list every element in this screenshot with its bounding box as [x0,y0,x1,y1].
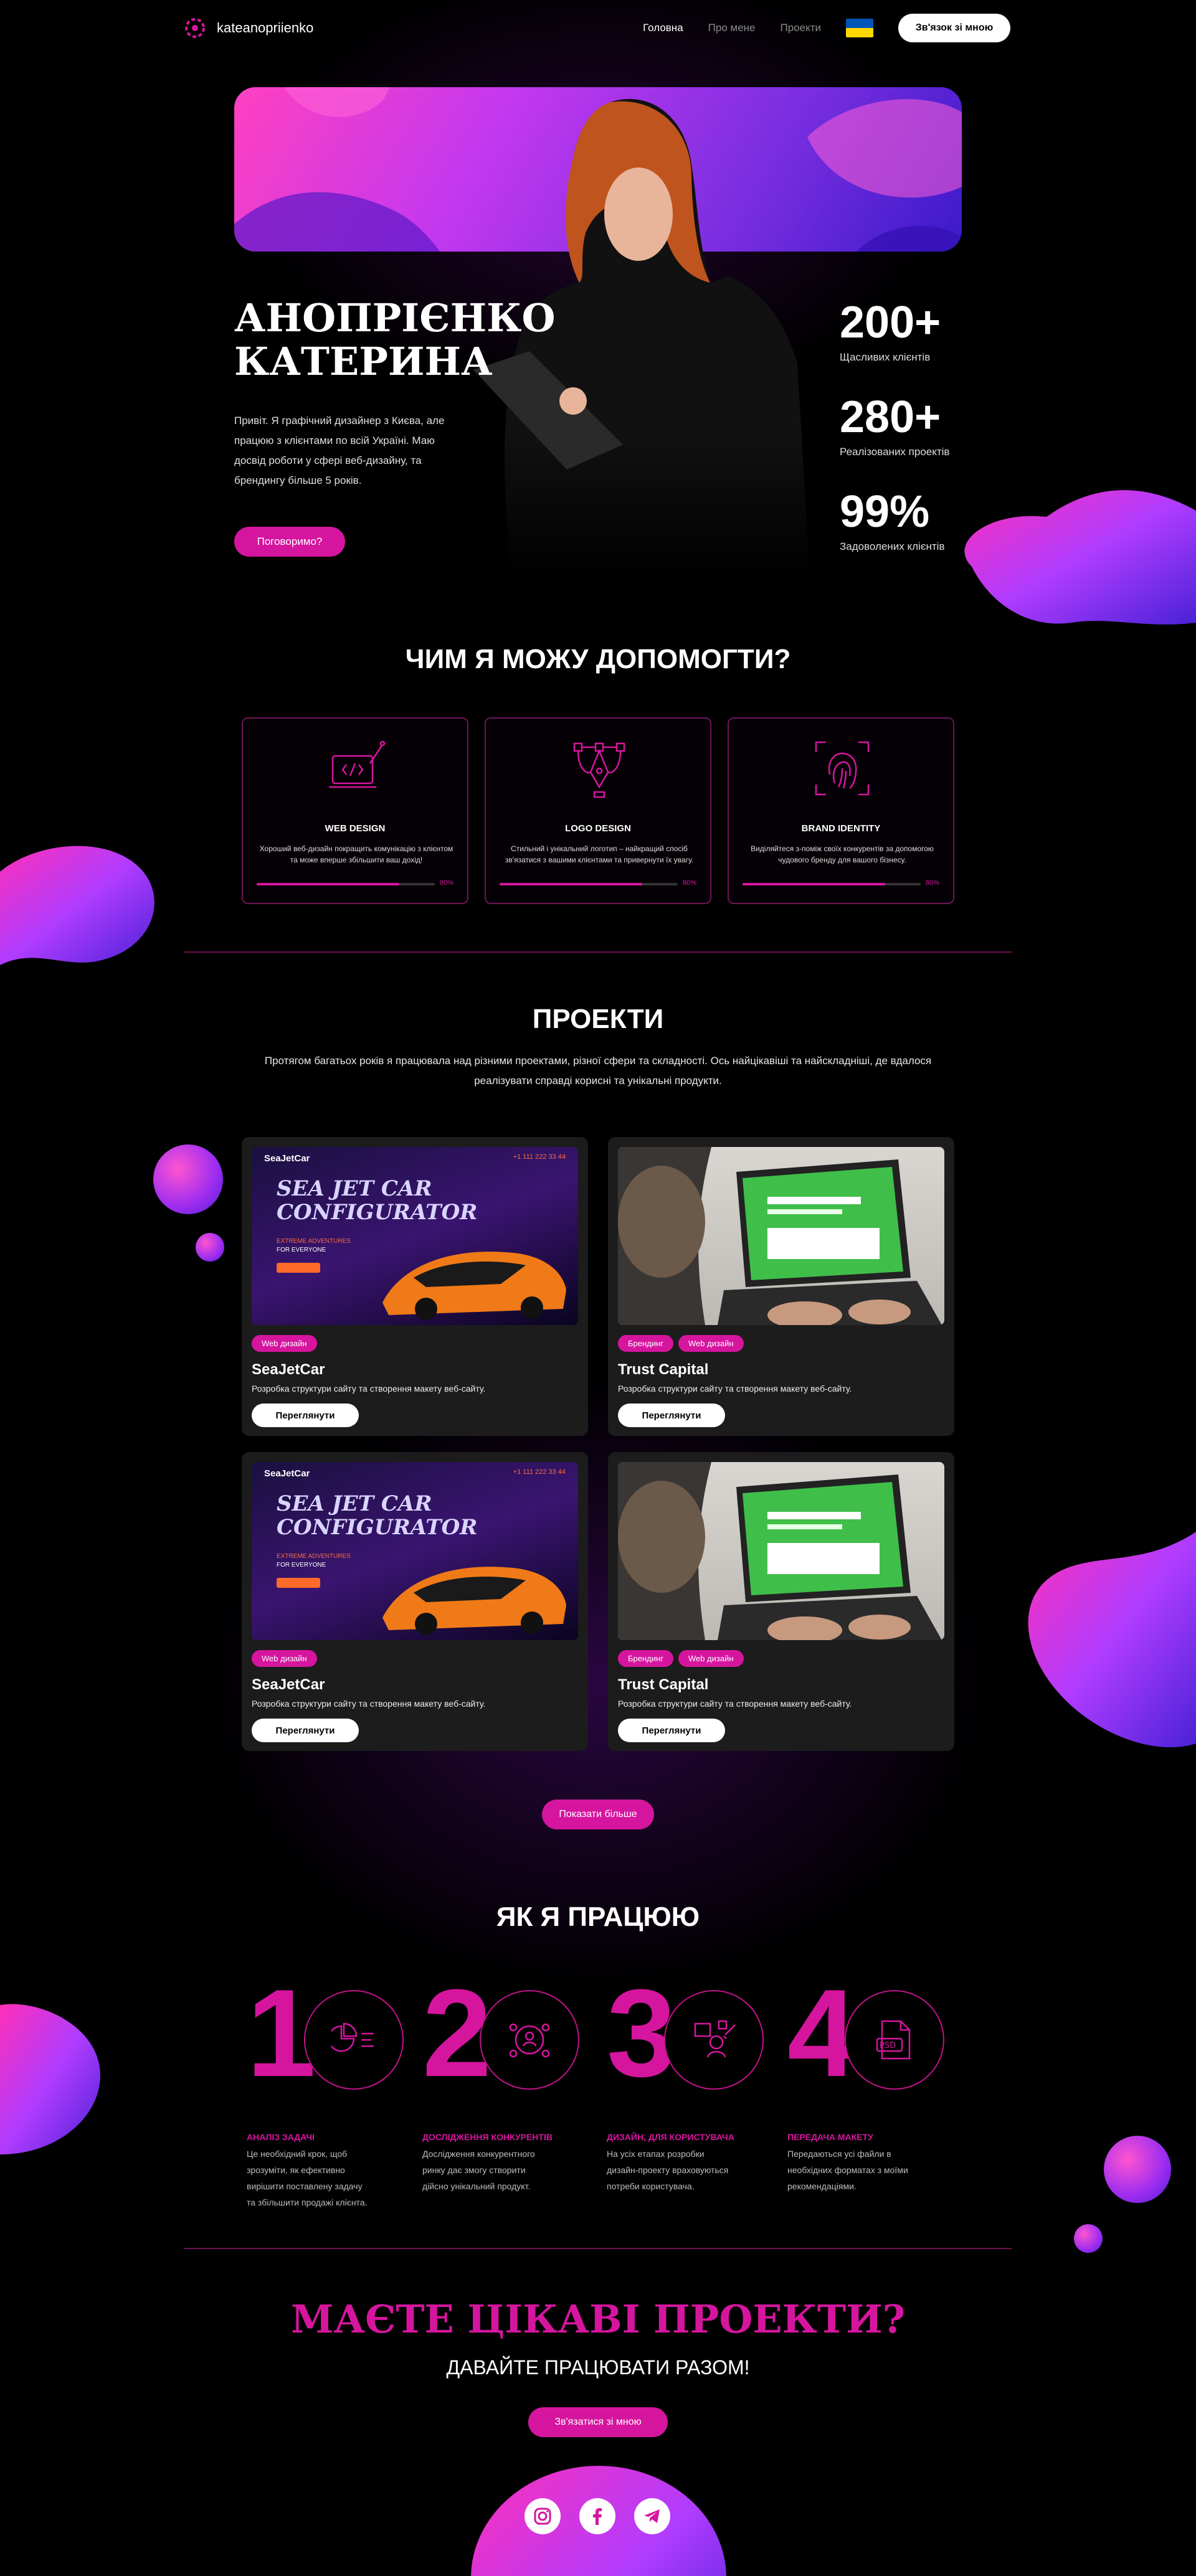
svg-text:PSD: PSD [880,2041,896,2050]
section-divider [184,951,1012,953]
projects-title: ПРОЕКТИ [532,1004,664,1034]
show-more-button[interactable]: Показати більше [542,1800,654,1829]
decorative-sphere [153,1144,223,1214]
psd-file-icon: PSD [845,1990,944,2090]
nav-home[interactable]: Головна [643,22,683,34]
nav-about[interactable]: Про мене [708,22,756,34]
project-screenshot[interactable]: SeaJetCar +1 111 222 33 44 SEA JET CAR CO… [252,1147,578,1325]
decorative-blob [0,2004,100,2154]
process-step: 3 [607,1971,787,2096]
project-tag[interactable]: Web дизайн [252,1650,317,1667]
site-header: kateanopriienko Головна Про мене Проекти… [184,14,1010,42]
project-tags: Брендинг Web дизайн [618,1650,744,1667]
process-step: 4 PSD [787,1971,968,2096]
lets-talk-button[interactable]: Поговоримо? [234,527,345,557]
decorative-sphere [1104,2136,1171,2203]
stat-projects: 280+ Реалізованих проектів [840,392,950,458]
step-description: Це необхідний крок, щоб зрозуміти, як еф… [247,2149,368,2207]
hero-title: АНОПРІЄНКО КАТЕРИНА [234,295,556,384]
logo-text[interactable]: kateanopriienko [217,20,313,36]
step-description: На усіх етапах розробки дизайн-проекту в… [607,2149,729,2191]
project-tag[interactable]: Web дизайн [252,1335,317,1352]
step-title: АНАЛІЗ ЗАДАЧІ [247,2132,315,2142]
process-step: 1 [247,1971,427,2096]
user-design-icon [664,1990,764,2090]
project-title: SeaJetCar [252,1361,325,1378]
banner-fluid-shapes [234,87,962,252]
project-tag[interactable]: Брендинг [618,1335,673,1352]
decorative-blob [1028,1532,1196,1748]
telegram-icon[interactable] [634,2498,670,2534]
view-project-button[interactable]: Переглянути [252,1719,359,1742]
section-divider [184,2248,1012,2249]
project-tags: Web дизайн [252,1335,317,1352]
service-card-web-design: WEB DESIGN Хороший веб-дизайн покращить … [242,717,468,904]
analysis-icon [304,1990,404,2090]
hero-banner [234,87,962,252]
stat-clients: 200+ Щасливих клієнтів [840,298,941,363]
fingerprint-icon [815,741,870,796]
nav-projects[interactable]: Проекти [781,22,822,34]
skill-bar [500,883,678,885]
project-card: SeaJetCar +1 111 222 33 44 SEA JET CAR CO… [242,1452,588,1751]
logo-icon[interactable] [184,17,206,39]
web-design-icon [329,740,386,788]
instagram-icon[interactable] [524,2498,561,2534]
project-description: Розробка структури сайту та створення ма… [618,1384,852,1394]
view-project-button[interactable]: Переглянути [252,1404,359,1427]
project-card: Брендинг Web дизайн Trust Capital Розробк… [608,1452,954,1751]
logo-design-icon [573,742,625,798]
project-card: Брендинг Web дизайн Trust Capital Розробк… [608,1137,954,1436]
project-tag[interactable]: Web дизайн [678,1335,744,1352]
project-description: Розробка структури сайту та створення ма… [252,1384,486,1394]
project-tags: Web дизайн [252,1650,317,1667]
stat-satisfied: 99% Задоволених клієнтів [840,487,945,552]
ukraine-flag-icon[interactable] [846,19,873,37]
decorative-sphere [1074,2224,1103,2253]
projects-intro: Протягом багатьох років я працювала над … [264,1055,932,1087]
cta-subtitle: ДАВАЙТЕ ПРАЦЮВАТИ РАЗОМ! [446,2356,750,2379]
project-title: Trust Capital [618,1361,709,1378]
step-title: ПЕРЕДАЧА МАКЕТУ [787,2132,873,2142]
competitor-research-icon [480,1990,579,2090]
services-title: ЧИМ Я МОЖУ ДОПОМОГТИ? [405,644,791,674]
project-title: Trust Capital [618,1676,709,1693]
step-description: Дослідження конкурентного ринку дає змог… [422,2149,535,2191]
project-description: Розробка структури сайту та створення ма… [252,1699,486,1709]
project-card: SeaJetCar +1 111 222 33 44 SEA JET CAR CO… [242,1137,588,1436]
decorative-blob [964,490,1196,625]
contact-button[interactable]: Зв'язок зі мною [898,14,1010,42]
project-screenshot[interactable]: SeaJetCar +1 111 222 33 44 SEA JET CAR CO… [252,1462,578,1640]
cta-title: МАЄТЕ ЦІКАВІ ПРОЕКТИ? [290,2296,906,2342]
contact-me-button[interactable]: Зв'язатися зі мною [528,2407,668,2437]
view-project-button[interactable]: Переглянути [618,1719,725,1742]
decorative-sphere [196,1233,224,1262]
page: kateanopriienko Головна Про мене Проекти… [0,0,1196,2576]
service-card-brand-identity: BRAND IDENTITY Виділяйтеся з-поміж своїх… [728,717,954,904]
process-step: 2 [422,1971,603,2096]
decorative-blob [0,846,154,965]
step-title: ДИЗАЙН, ДЛЯ КОРИСТУВАЧА [607,2132,734,2142]
skill-bar [257,883,435,885]
main-nav: Головна Про мене Проекти Зв'язок зі мною [643,14,1010,42]
facebook-icon[interactable] [579,2498,615,2534]
project-screenshot[interactable] [618,1462,944,1640]
skill-bar [743,883,921,885]
project-tags: Брендинг Web дизайн [618,1335,744,1352]
hero-intro: Привіт. Я графічний дизайнер з Києва, ал… [234,415,445,486]
project-description: Розробка структури сайту та створення ма… [618,1699,852,1709]
project-title: SeaJetCar [252,1676,325,1693]
step-title: ДОСЛІДЖЕННЯ КОНКУРЕНТІВ [422,2132,553,2142]
process-title: ЯК Я ПРАЦЮЮ [496,1902,700,1932]
project-tag[interactable]: Web дизайн [678,1650,744,1667]
view-project-button[interactable]: Переглянути [618,1404,725,1427]
project-screenshot[interactable] [618,1147,944,1325]
step-description: Передаються усі файли в необхідних форма… [787,2149,908,2191]
project-tag[interactable]: Брендинг [618,1650,673,1667]
service-card-logo-design: LOGO DESIGN Стильний і унікальний логоти… [485,717,711,904]
